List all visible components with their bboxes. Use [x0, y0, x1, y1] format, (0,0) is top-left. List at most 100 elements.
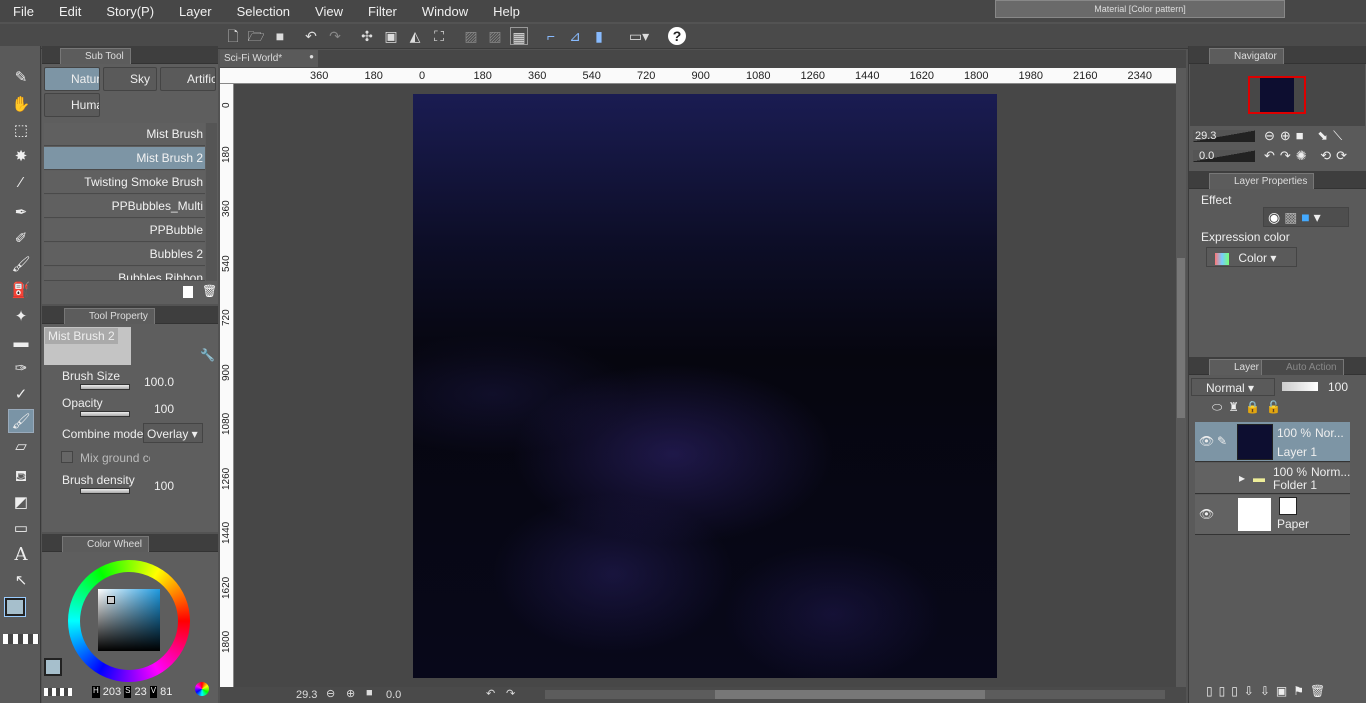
brush-item[interactable]: Mist Brush [44, 123, 205, 146]
blend-mode-select[interactable]: Normal ▾ [1191, 378, 1275, 396]
operation-tool-icon[interactable]: ↖ [8, 569, 34, 593]
close-tab-icon[interactable]: ● [309, 52, 314, 61]
menu-edit[interactable]: Edit [46, 4, 93, 19]
selection-tool-icon[interactable]: ⬚ [8, 119, 34, 143]
color-picker-handle[interactable] [107, 596, 115, 604]
wrench-icon[interactable]: 🔧 [200, 348, 215, 362]
brush-density-value[interactable]: 100 [140, 479, 174, 493]
zoom-out-icon[interactable]: ⊖ [326, 687, 335, 700]
gradient-icon[interactable]: ◩ [8, 491, 34, 515]
navigator-rotate-buttons[interactable]: ↶↷✺ ⟲⟳ [1264, 148, 1352, 164]
transparent-color-swatch[interactable] [3, 634, 39, 644]
blend-tool-icon[interactable]: ✓ [8, 383, 34, 407]
undo-icon[interactable]: ↶ [302, 27, 320, 45]
subtool-scrollbar[interactable] [206, 123, 217, 281]
main-color-mini[interactable] [44, 658, 62, 676]
navigator-tab[interactable]: Navigator [1209, 48, 1284, 64]
fountain-pen-icon[interactable]: ✑ [8, 357, 34, 381]
decoration-tool-icon[interactable]: ✦ [8, 305, 34, 329]
rotate-left-icon[interactable]: ↶ [486, 687, 495, 700]
save-icon[interactable]: ■ [271, 27, 289, 45]
mist-brush-tool-icon[interactable]: 🖌 [8, 409, 34, 433]
color-set-icon[interactable] [195, 682, 209, 696]
settings-dropdown-icon[interactable]: ▭▾ [624, 27, 654, 45]
group-nature[interactable]: Natura [44, 67, 100, 91]
menu-selection[interactable]: Selection [224, 4, 302, 19]
brush-item[interactable]: Bubbles Ribbon [44, 267, 205, 281]
color-wheel-tab[interactable]: Color Wheel [62, 536, 150, 552]
brush-item[interactable]: Bubbles 2 [44, 243, 205, 266]
new-subtool-icon[interactable] [183, 286, 193, 298]
menu-file[interactable]: File [0, 4, 46, 19]
document-tab[interactable]: Sci-Fi World* ● [220, 50, 318, 67]
brush-size-slider[interactable] [80, 384, 130, 390]
eyedropper-icon[interactable]: ⁄ [8, 171, 34, 195]
transparent-mini[interactable] [44, 688, 72, 696]
layer-bottom-buttons[interactable]: ▯▯▯⇩⇩▣⚑🗑 [1206, 684, 1331, 698]
effect-buttons[interactable]: ◉ ▩ ■ ▾ [1263, 207, 1349, 227]
layer-opacity-value[interactable]: 100 [1328, 380, 1348, 394]
opacity-value[interactable]: 100 [140, 402, 174, 416]
opacity-slider[interactable] [80, 411, 130, 417]
navigator-zoom-buttons[interactable]: ⊖⊕■ ⬊⟍ [1264, 128, 1347, 144]
show-selection-icon[interactable]: ▦ [510, 27, 528, 45]
layer-row-layer1[interactable]: 👁 ✎ 100 % Nor... Layer 1 [1195, 422, 1350, 462]
layer-row-folder1[interactable]: ▸ ▬ 100 % Norm... Folder 1 [1195, 463, 1350, 494]
expand-arrow-icon[interactable]: ▸ [1239, 471, 1245, 485]
horizontal-scrollbar[interactable] [545, 690, 1165, 699]
group-human[interactable]: Huma [44, 93, 100, 117]
status-zoom[interactable]: 29.3 [296, 689, 317, 701]
help-icon[interactable]: ? [668, 27, 686, 45]
tool-property-tab[interactable]: Tool Property [64, 308, 155, 324]
hand-tool-icon[interactable]: ✋ [8, 93, 34, 117]
menu-help[interactable]: Help [480, 4, 532, 19]
layer-color-icon[interactable]: ■ [1301, 209, 1309, 225]
brush-item-selected[interactable]: Mist Brush 2 [44, 147, 205, 170]
clear-icon[interactable]: ✣ [358, 27, 376, 45]
group-sky[interactable]: Sky [103, 67, 157, 91]
snap-special-ruler-icon[interactable]: ⊿ [566, 27, 584, 45]
menu-view[interactable]: View [302, 4, 355, 19]
zoom-tool-icon[interactable]: ✎ [8, 66, 34, 90]
redo-icon[interactable]: ↷ [326, 27, 344, 45]
eraser-tool-icon[interactable]: ▬ [8, 331, 34, 355]
artwork-canvas[interactable] [413, 94, 997, 678]
rotate-right-icon[interactable]: ↷ [506, 687, 515, 700]
border-effect-icon[interactable]: ◉ [1268, 209, 1280, 225]
new-file-icon[interactable]: 🗋 [224, 27, 242, 45]
brush-tool-icon[interactable]: 🖌 [8, 253, 34, 277]
menu-filter[interactable]: Filter [355, 4, 409, 19]
invert-selection-icon[interactable]: ▨ [486, 27, 504, 45]
snap-icon[interactable]: ◭ [406, 27, 424, 45]
main-color-swatch[interactable] [4, 597, 26, 617]
brush-item[interactable]: PPBubbles_Multi [44, 195, 205, 218]
fill-bucket-icon[interactable]: ⛾ [8, 465, 34, 489]
visibility-eye-icon[interactable]: 👁 [1199, 434, 1214, 448]
fit-icon[interactable]: ■ [366, 687, 373, 699]
eraser-icon[interactable]: ▱ [8, 435, 34, 459]
layer-name[interactable]: Folder 1 [1273, 478, 1317, 492]
navigator-zoom-slider[interactable]: 29.3 [1193, 130, 1255, 142]
menu-layer[interactable]: Layer [166, 4, 224, 19]
navigator-preview[interactable] [1190, 64, 1365, 126]
navigator-rotate-slider[interactable]: 0.0 [1193, 150, 1255, 162]
pencil-tool-icon[interactable]: ✐ [8, 227, 34, 251]
auto-select-icon[interactable]: ✸ [8, 145, 34, 169]
layer-lock-buttons[interactable]: ⬭♜🔒🔓 [1212, 400, 1287, 415]
brush-density-slider[interactable] [80, 488, 130, 494]
auto-action-tab[interactable]: Auto Action [1261, 359, 1344, 375]
layer-name[interactable]: Paper [1277, 517, 1309, 531]
menu-window[interactable]: Window [409, 4, 480, 19]
brush-item[interactable]: PPBubble [44, 219, 205, 242]
snap-grid-icon[interactable]: ▮ [590, 27, 608, 45]
layer-row-paper[interactable]: 👁 Paper [1195, 495, 1350, 535]
delete-subtool-icon[interactable]: 🗑 [202, 284, 217, 298]
figure-tool-icon[interactable]: ▭ [8, 517, 34, 541]
mix-ground-checkbox[interactable] [61, 451, 73, 463]
brush-item[interactable]: Twisting Smoke Brush [44, 171, 205, 194]
layer-tab[interactable]: Layer [1209, 359, 1267, 375]
scroll-thumb[interactable] [1177, 258, 1185, 418]
expression-color-select[interactable]: Color ▾ [1206, 247, 1297, 267]
brush-size-value[interactable]: 100.0 [140, 375, 174, 389]
fill-icon[interactable]: ▣ [382, 27, 400, 45]
